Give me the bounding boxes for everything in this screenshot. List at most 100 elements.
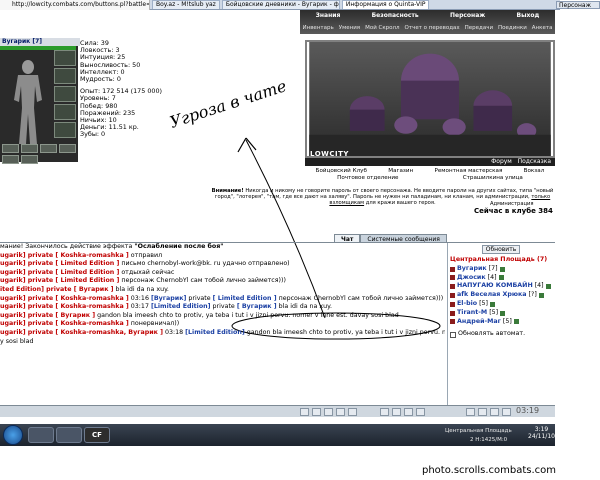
online-user[interactable]: Андрей-Маг [5] xyxy=(448,318,555,327)
start-button-icon[interactable] xyxy=(3,425,23,445)
refresh-button[interactable]: Обновить xyxy=(482,245,520,254)
info-icon[interactable] xyxy=(498,275,504,281)
chat-log[interactable]: мание! Закончилось действие эффекта "Осл… xyxy=(0,243,445,405)
equip-slot[interactable] xyxy=(54,122,76,138)
chat-nick[interactable]: ugarik] xyxy=(0,252,26,259)
info-icon[interactable] xyxy=(513,319,519,325)
chat-nick[interactable]: private [ Koshka-romashka ] xyxy=(26,303,129,310)
chat-nick[interactable]: private [ Limited Edition ] xyxy=(26,277,120,284)
toolbar-button[interactable] xyxy=(300,408,309,416)
chat-nick[interactable]: private [ Вугарик ] xyxy=(26,312,95,319)
toolbar-button[interactable] xyxy=(348,408,357,416)
character-name[interactable]: Вугарик [7] xyxy=(0,38,80,46)
chat-nick[interactable]: ugarik] xyxy=(0,320,26,327)
hint-link[interactable]: Подсказка xyxy=(518,158,551,165)
info-icon[interactable] xyxy=(500,310,506,316)
toolbar-button[interactable] xyxy=(404,408,413,416)
explorer-icon[interactable] xyxy=(28,427,54,443)
link-shop[interactable]: Магазин xyxy=(388,168,413,175)
chat-nick[interactable]: [ Вугарик ] xyxy=(237,303,277,310)
toolbar-button[interactable] xyxy=(478,408,487,416)
ring-slot[interactable] xyxy=(21,155,38,164)
nav-skills[interactable]: Умения xyxy=(339,22,360,34)
address-bar[interactable]: http://lowcity.combats.com/buttons.pl?ba… xyxy=(0,0,150,10)
link-station[interactable]: Вокзал xyxy=(524,168,545,175)
nav-transmissions[interactable]: Передачи xyxy=(465,22,493,34)
online-user-name[interactable]: НАПУГАЮ КОМБАЙН xyxy=(457,282,533,291)
nav-security[interactable]: Безопасность xyxy=(372,10,419,22)
ring-slot[interactable] xyxy=(2,155,19,164)
toolbar-button[interactable] xyxy=(392,408,401,416)
link-scary-street[interactable]: Страшилкина улица xyxy=(463,175,523,182)
online-user[interactable]: НАПУГАЮ КОМБАЙН [4] xyxy=(448,282,555,291)
online-user[interactable]: Tirant-M [5] xyxy=(448,309,555,318)
toolbar-button[interactable] xyxy=(380,408,389,416)
chat-nick[interactable]: private [ Koshka-romashka ] xyxy=(26,252,129,259)
nav-transfers[interactable]: Отчет о переводах xyxy=(405,22,460,34)
chat-nick[interactable]: ugarik] xyxy=(0,312,26,319)
chat-nick[interactable]: private [ Koshka-romashka, Вугарик ] xyxy=(26,329,163,336)
online-user[interactable]: afk Веселая Хрюка [?] xyxy=(448,291,555,300)
equip-slot[interactable] xyxy=(54,104,76,120)
online-user-name[interactable]: Андрей-Маг xyxy=(457,318,501,327)
equip-slot[interactable] xyxy=(54,50,76,66)
nav-character[interactable]: Персонаж xyxy=(450,10,485,22)
online-user-name[interactable]: Вугарик xyxy=(457,265,487,274)
link-post-office[interactable]: Почтовое отделение xyxy=(337,175,398,182)
nav-battles[interactable]: Поединки xyxy=(498,22,527,34)
nav-scroll[interactable]: Мой Скролл xyxy=(365,22,399,34)
chat-nick[interactable]: ited Edition] xyxy=(0,286,44,293)
chat-nick[interactable]: private [ Koshka-romashka ] xyxy=(26,320,129,327)
chat-nick[interactable]: ugarik] xyxy=(0,277,26,284)
chat-nick[interactable]: private [ Koshka-romashka ] xyxy=(26,295,129,302)
chat-nick[interactable]: ugarik] xyxy=(0,260,26,267)
chat-nick[interactable]: private [ Вугарик ] xyxy=(44,286,113,293)
link-repair[interactable]: Ремонтная мастерская xyxy=(434,168,502,175)
persona-tab-top[interactable]: Персонаж xyxy=(556,1,600,9)
chat-nick[interactable]: ugarik] xyxy=(0,303,26,310)
link-fight-club[interactable]: Бойцовский Клуб xyxy=(316,168,367,175)
info-icon[interactable] xyxy=(499,266,505,272)
chat-nick[interactable]: [ Limited Edition ] xyxy=(213,295,277,302)
nav-exit[interactable]: Выход xyxy=(517,10,540,22)
toolbar-button[interactable] xyxy=(502,408,511,416)
online-user[interactable]: Вугарик [7] xyxy=(448,265,555,274)
equip-slot[interactable] xyxy=(54,68,76,84)
chat-nick[interactable]: [Limited Edition] xyxy=(185,329,245,336)
info-icon[interactable] xyxy=(538,293,544,299)
info-icon[interactable] xyxy=(545,284,551,290)
browser-tab-active[interactable]: Информация о Quinta-VIP xyxy=(341,0,430,9)
toolbar-button[interactable] xyxy=(324,408,333,416)
chat-nick[interactable]: ugarik] xyxy=(0,329,26,336)
chat-nick[interactable]: private [ Limited Edition ] xyxy=(26,269,120,276)
equip-slot[interactable] xyxy=(54,86,76,102)
online-user-name[interactable]: Tirant-M xyxy=(457,309,487,318)
browser-tab[interactable]: Бойцовские дневники - Вугарик - фо... xyxy=(221,0,340,9)
auto-update-checkbox[interactable] xyxy=(450,331,456,338)
ring-slot[interactable] xyxy=(21,144,38,153)
chat-nick[interactable]: private [ Limited Edition ] xyxy=(26,260,120,267)
online-user[interactable]: El-bio [5] xyxy=(448,300,555,309)
location-image[interactable] xyxy=(305,40,555,158)
internet-explorer-icon[interactable] xyxy=(56,427,82,443)
ring-slot[interactable] xyxy=(59,144,76,153)
online-user-name[interactable]: El-bio xyxy=(457,300,477,309)
toolbar-button[interactable] xyxy=(466,408,475,416)
toolbar-button[interactable] xyxy=(416,408,425,416)
toolbar-button[interactable] xyxy=(490,408,499,416)
toolbar-button[interactable] xyxy=(312,408,321,416)
chat-nick[interactable]: ugarik] xyxy=(0,295,26,302)
nav-inventory[interactable]: Инвентарь xyxy=(302,22,333,34)
chat-nick[interactable]: [Limited Edition] xyxy=(151,303,211,310)
toolbar-button[interactable] xyxy=(336,408,345,416)
ring-slot[interactable] xyxy=(2,144,19,153)
chat-nick[interactable]: ugarik] xyxy=(0,269,26,276)
cf-app-button[interactable]: CF xyxy=(84,427,110,443)
online-user-name[interactable]: afk Веселая Хрюка xyxy=(457,291,527,300)
ring-slot[interactable] xyxy=(40,144,57,153)
forum-link[interactable]: Форум xyxy=(491,158,512,165)
nav-profile[interactable]: Анкета xyxy=(532,22,553,34)
nav-knowledge[interactable]: Знания xyxy=(316,10,341,22)
browser-tab[interactable]: Вoy.az - M!tslub yaz xyxy=(152,0,220,9)
chat-nick[interactable]: [Вугарик] xyxy=(151,295,186,302)
